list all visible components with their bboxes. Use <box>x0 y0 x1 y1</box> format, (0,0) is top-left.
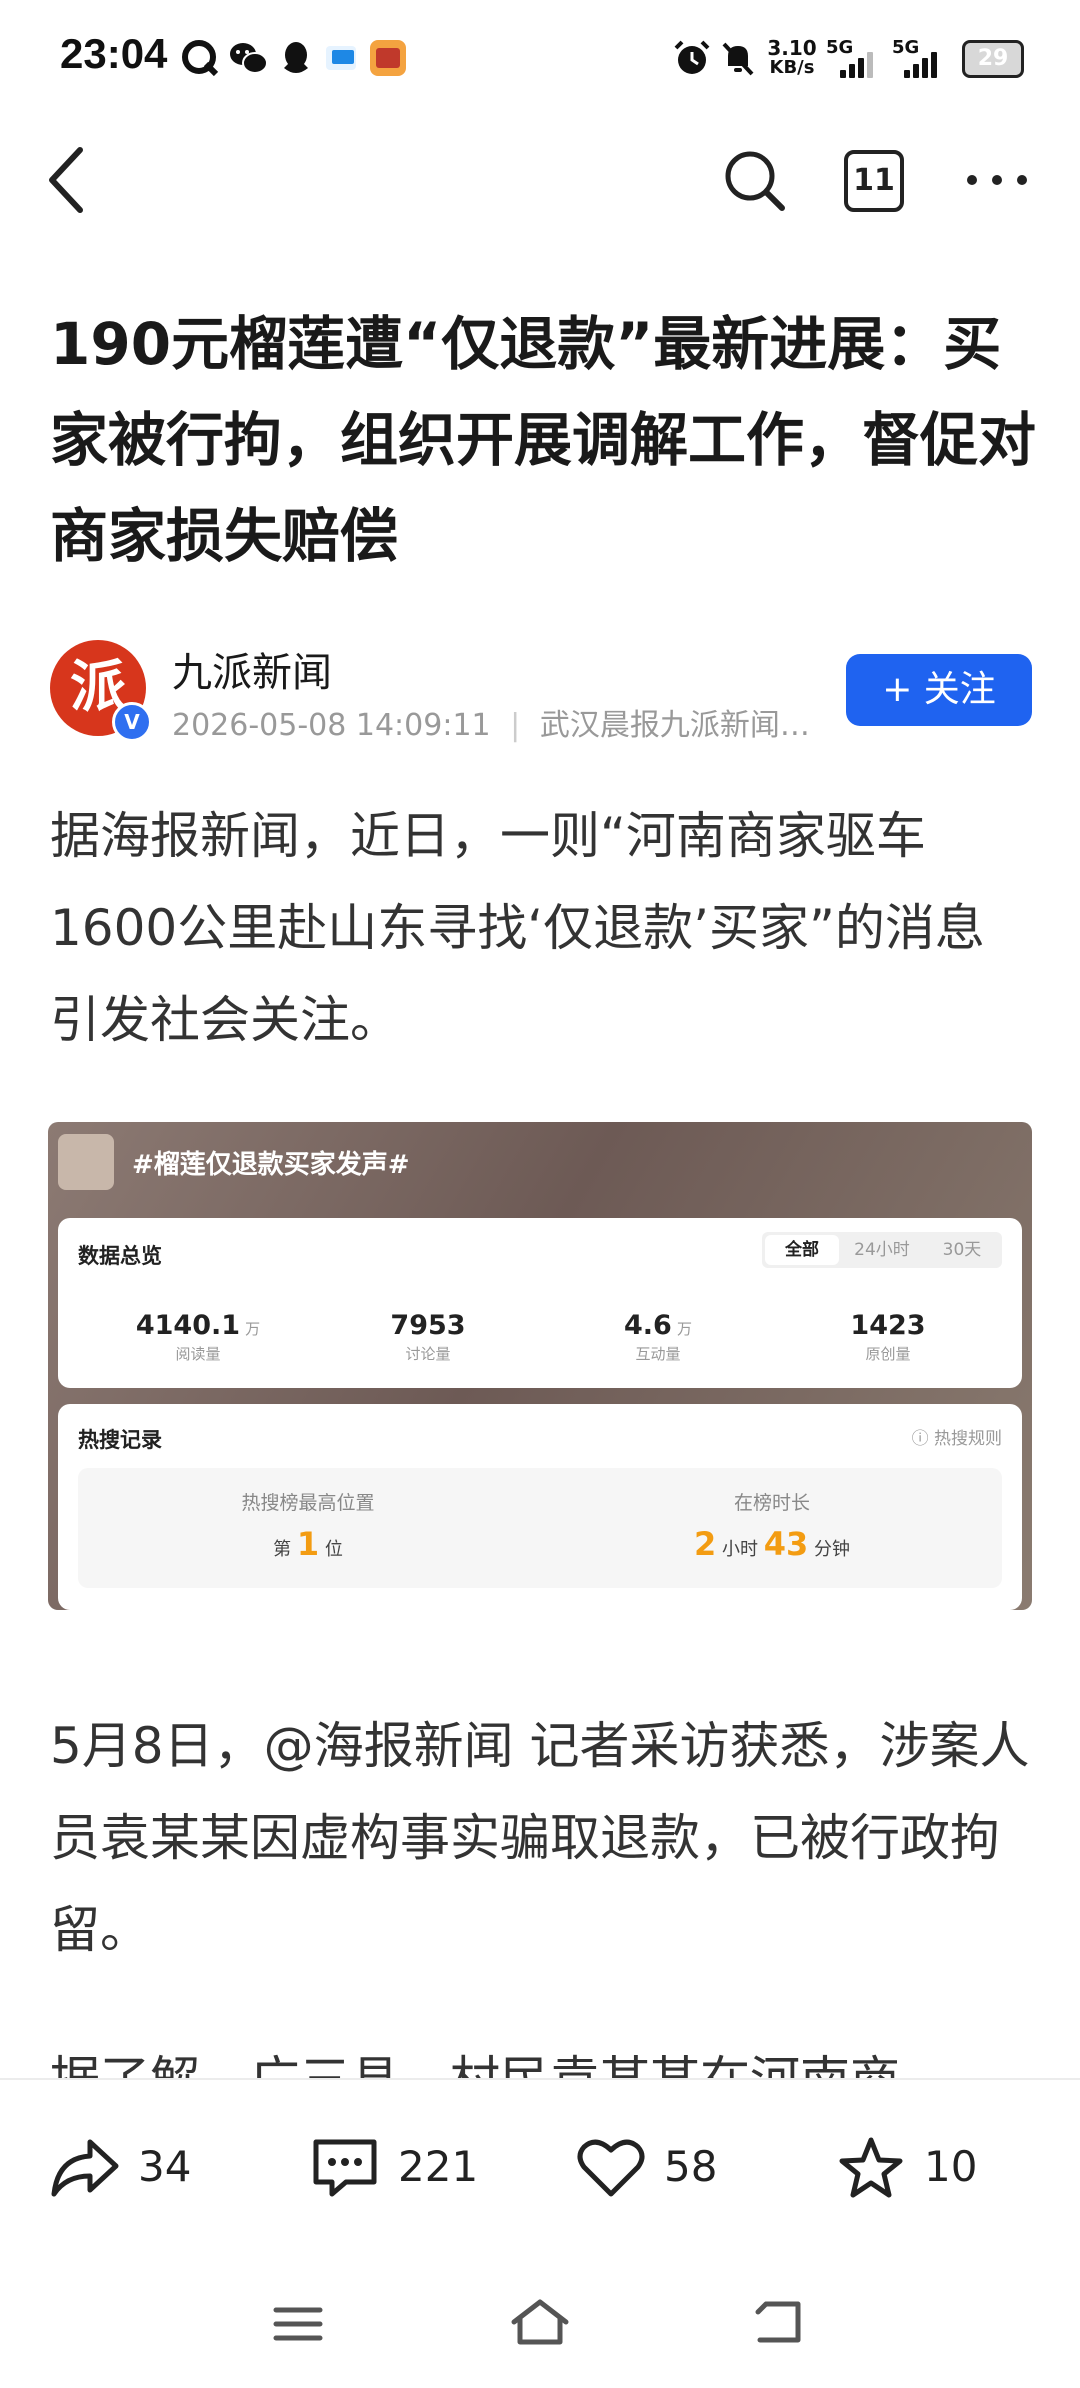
net-speed-value: 3.10 <box>767 36 817 60</box>
duration-label: 在榜时长 <box>733 1492 810 1514</box>
favorite-count: 10 <box>924 2142 978 2191</box>
stat-discussions: 7953 讨论量 <box>328 1310 528 1364</box>
duration-minutes: 43 <box>763 1525 809 1563</box>
mute-icon <box>718 38 758 78</box>
stat-label: 讨论量 <box>405 1345 451 1363</box>
stat-reads: 4140.1 万 阅读量 <box>98 1310 298 1364</box>
verified-icon: V <box>112 702 152 742</box>
peak-value-row: 第 1 位 <box>78 1525 538 1563</box>
net-speed-unit: KB/s <box>769 57 815 78</box>
overview-title: 数据总览 <box>78 1244 162 1268</box>
home-button[interactable] <box>508 2296 572 2348</box>
alarm-icon <box>672 38 712 78</box>
signal1-icon <box>840 44 880 78</box>
wechat-icon <box>228 38 268 78</box>
paragraph-1: 据海报新闻，近日，一则“河南商家驱车1600公里赴山东寻找‘仅退款’买家”的消息… <box>50 807 985 1049</box>
favorite-button[interactable]: 10 <box>836 2136 986 2198</box>
hot-rule-link: ⓘ 热搜规则 <box>911 1429 1002 1449</box>
paragraph-3: 据了解，广三县，村民袁某某在河南商 <box>50 2020 1030 2078</box>
publish-datetime: 2026-05-08 14:09:11 <box>172 708 491 743</box>
follow-button[interactable]: + 关注 <box>846 654 1032 726</box>
stat-originals: 1423 原创量 <box>788 1310 988 1364</box>
peak-prefix: 第 <box>273 1539 292 1560</box>
heart-icon <box>577 2139 645 2197</box>
hot-record-panel: 热搜榜最高位置 第 1 位 在榜时长 2 小时 43 分钟 <box>78 1468 1002 1588</box>
duration-value-row: 2 小时 43 分钟 <box>542 1525 1002 1563</box>
range-selector: 全部 24小时 30天 <box>762 1232 1002 1268</box>
peak-value: 1 <box>296 1525 320 1563</box>
article-image[interactable]: #榴莲仅退款买家发声# 数据总览 全部 24小时 30天 4140.1 万 阅读… <box>48 1122 1032 1610</box>
system-nav-bar <box>0 2260 1080 2388</box>
stat-value: 7953 <box>390 1310 466 1341</box>
topic-hashtag: #榴莲仅退款买家发声# <box>132 1150 410 1180</box>
stat-interactions: 4.6 万 互动量 <box>558 1310 758 1364</box>
duration-hours-unit: 小时 <box>722 1539 758 1560</box>
home-icon <box>511 2299 569 2345</box>
status-time: 23:04 <box>60 30 168 77</box>
search-icon <box>725 151 785 211</box>
comment-icon <box>313 2139 377 2197</box>
share-count: 34 <box>138 2142 192 2191</box>
duration-minutes-unit: 分钟 <box>814 1539 850 1560</box>
battery-icon: 29 <box>962 40 1024 78</box>
paragraph-2: 5月8日，@海报新闻 记者采访获悉，涉案人员袁某某因虚构事实骗取退款，已被行政拘… <box>50 1717 1030 1959</box>
data-overview-card: 数据总览 全部 24小时 30天 4140.1 万 阅读量 7953 讨论量 4… <box>58 1218 1022 1388</box>
app-icon <box>322 38 362 78</box>
net-speed: 3.10 KB/s <box>764 38 820 78</box>
q-icon <box>180 38 220 78</box>
comment-button[interactable]: 221 <box>310 2136 480 2197</box>
author-name[interactable]: 九派新闻 <box>172 640 332 698</box>
stat-value: 4140.1 <box>135 1310 241 1341</box>
menu-icon <box>273 2307 323 2341</box>
star-icon <box>839 2137 903 2198</box>
range-30d: 30天 <box>942 1240 982 1260</box>
like-count: 58 <box>664 2142 718 2191</box>
more-button[interactable] <box>962 160 1032 200</box>
menu-button[interactable] <box>270 2300 326 2348</box>
share-button[interactable]: 34 <box>50 2136 200 2197</box>
topic-thumbnail <box>58 1134 114 1190</box>
article-source: 武汉晨报九派新闻… <box>539 708 810 743</box>
article-meta: 2026-05-08 14:09:11 | 武汉晨报九派新闻… <box>172 700 812 744</box>
duration-hours: 2 <box>694 1525 717 1563</box>
tabs-count-button[interactable]: 11 <box>844 150 904 212</box>
stat-unit: 万 <box>245 1320 261 1338</box>
stat-label: 原创量 <box>865 1345 911 1363</box>
hot-search-card: 热搜记录 ⓘ 热搜规则 热搜榜最高位置 第 1 位 在榜时长 2 小时 43 分… <box>58 1404 1022 1610</box>
stat-label: 互动量 <box>635 1345 681 1363</box>
stat-value: 1423 <box>850 1310 926 1341</box>
signal2-icon <box>904 44 944 78</box>
peak-label: 热搜榜最高位置 <box>241 1492 375 1514</box>
stat-value: 4.6 <box>624 1310 672 1341</box>
battery-level: 29 <box>977 46 1009 71</box>
system-back-button[interactable] <box>752 2296 808 2348</box>
meta-separator: | <box>510 708 521 743</box>
back-button[interactable] <box>40 140 100 220</box>
range-all: 全部 <box>765 1235 839 1265</box>
range-24h: 24小时 <box>854 1240 910 1260</box>
share-icon <box>51 2139 119 2197</box>
return-icon <box>755 2301 801 2343</box>
search-button[interactable] <box>722 148 788 214</box>
more-dots-icon <box>967 175 1027 185</box>
comment-count: 221 <box>398 2142 479 2191</box>
back-arrow-icon <box>49 147 83 213</box>
stat-label: 阅读量 <box>175 1345 221 1363</box>
hot-title: 热搜记录 <box>78 1428 162 1452</box>
action-bar: 34 221 58 10 <box>0 2080 1080 2260</box>
article-title: 190元榴莲遭“仅退款”最新进展：买家被行拘，组织开展调解工作，督促对商家损失赔… <box>50 310 1037 570</box>
game-icon <box>368 38 408 78</box>
peak-position: 热搜榜最高位置 第 1 位 <box>78 1488 538 1563</box>
like-button[interactable]: 58 <box>576 2136 726 2197</box>
stat-unit: 万 <box>676 1320 692 1338</box>
listing-duration: 在榜时长 2 小时 43 分钟 <box>542 1488 1002 1563</box>
peak-suffix: 位 <box>324 1539 343 1560</box>
status-bar: 23:04 3.10 KB/s 5G 5G 29 <box>0 0 1080 118</box>
qq-icon <box>276 38 316 78</box>
